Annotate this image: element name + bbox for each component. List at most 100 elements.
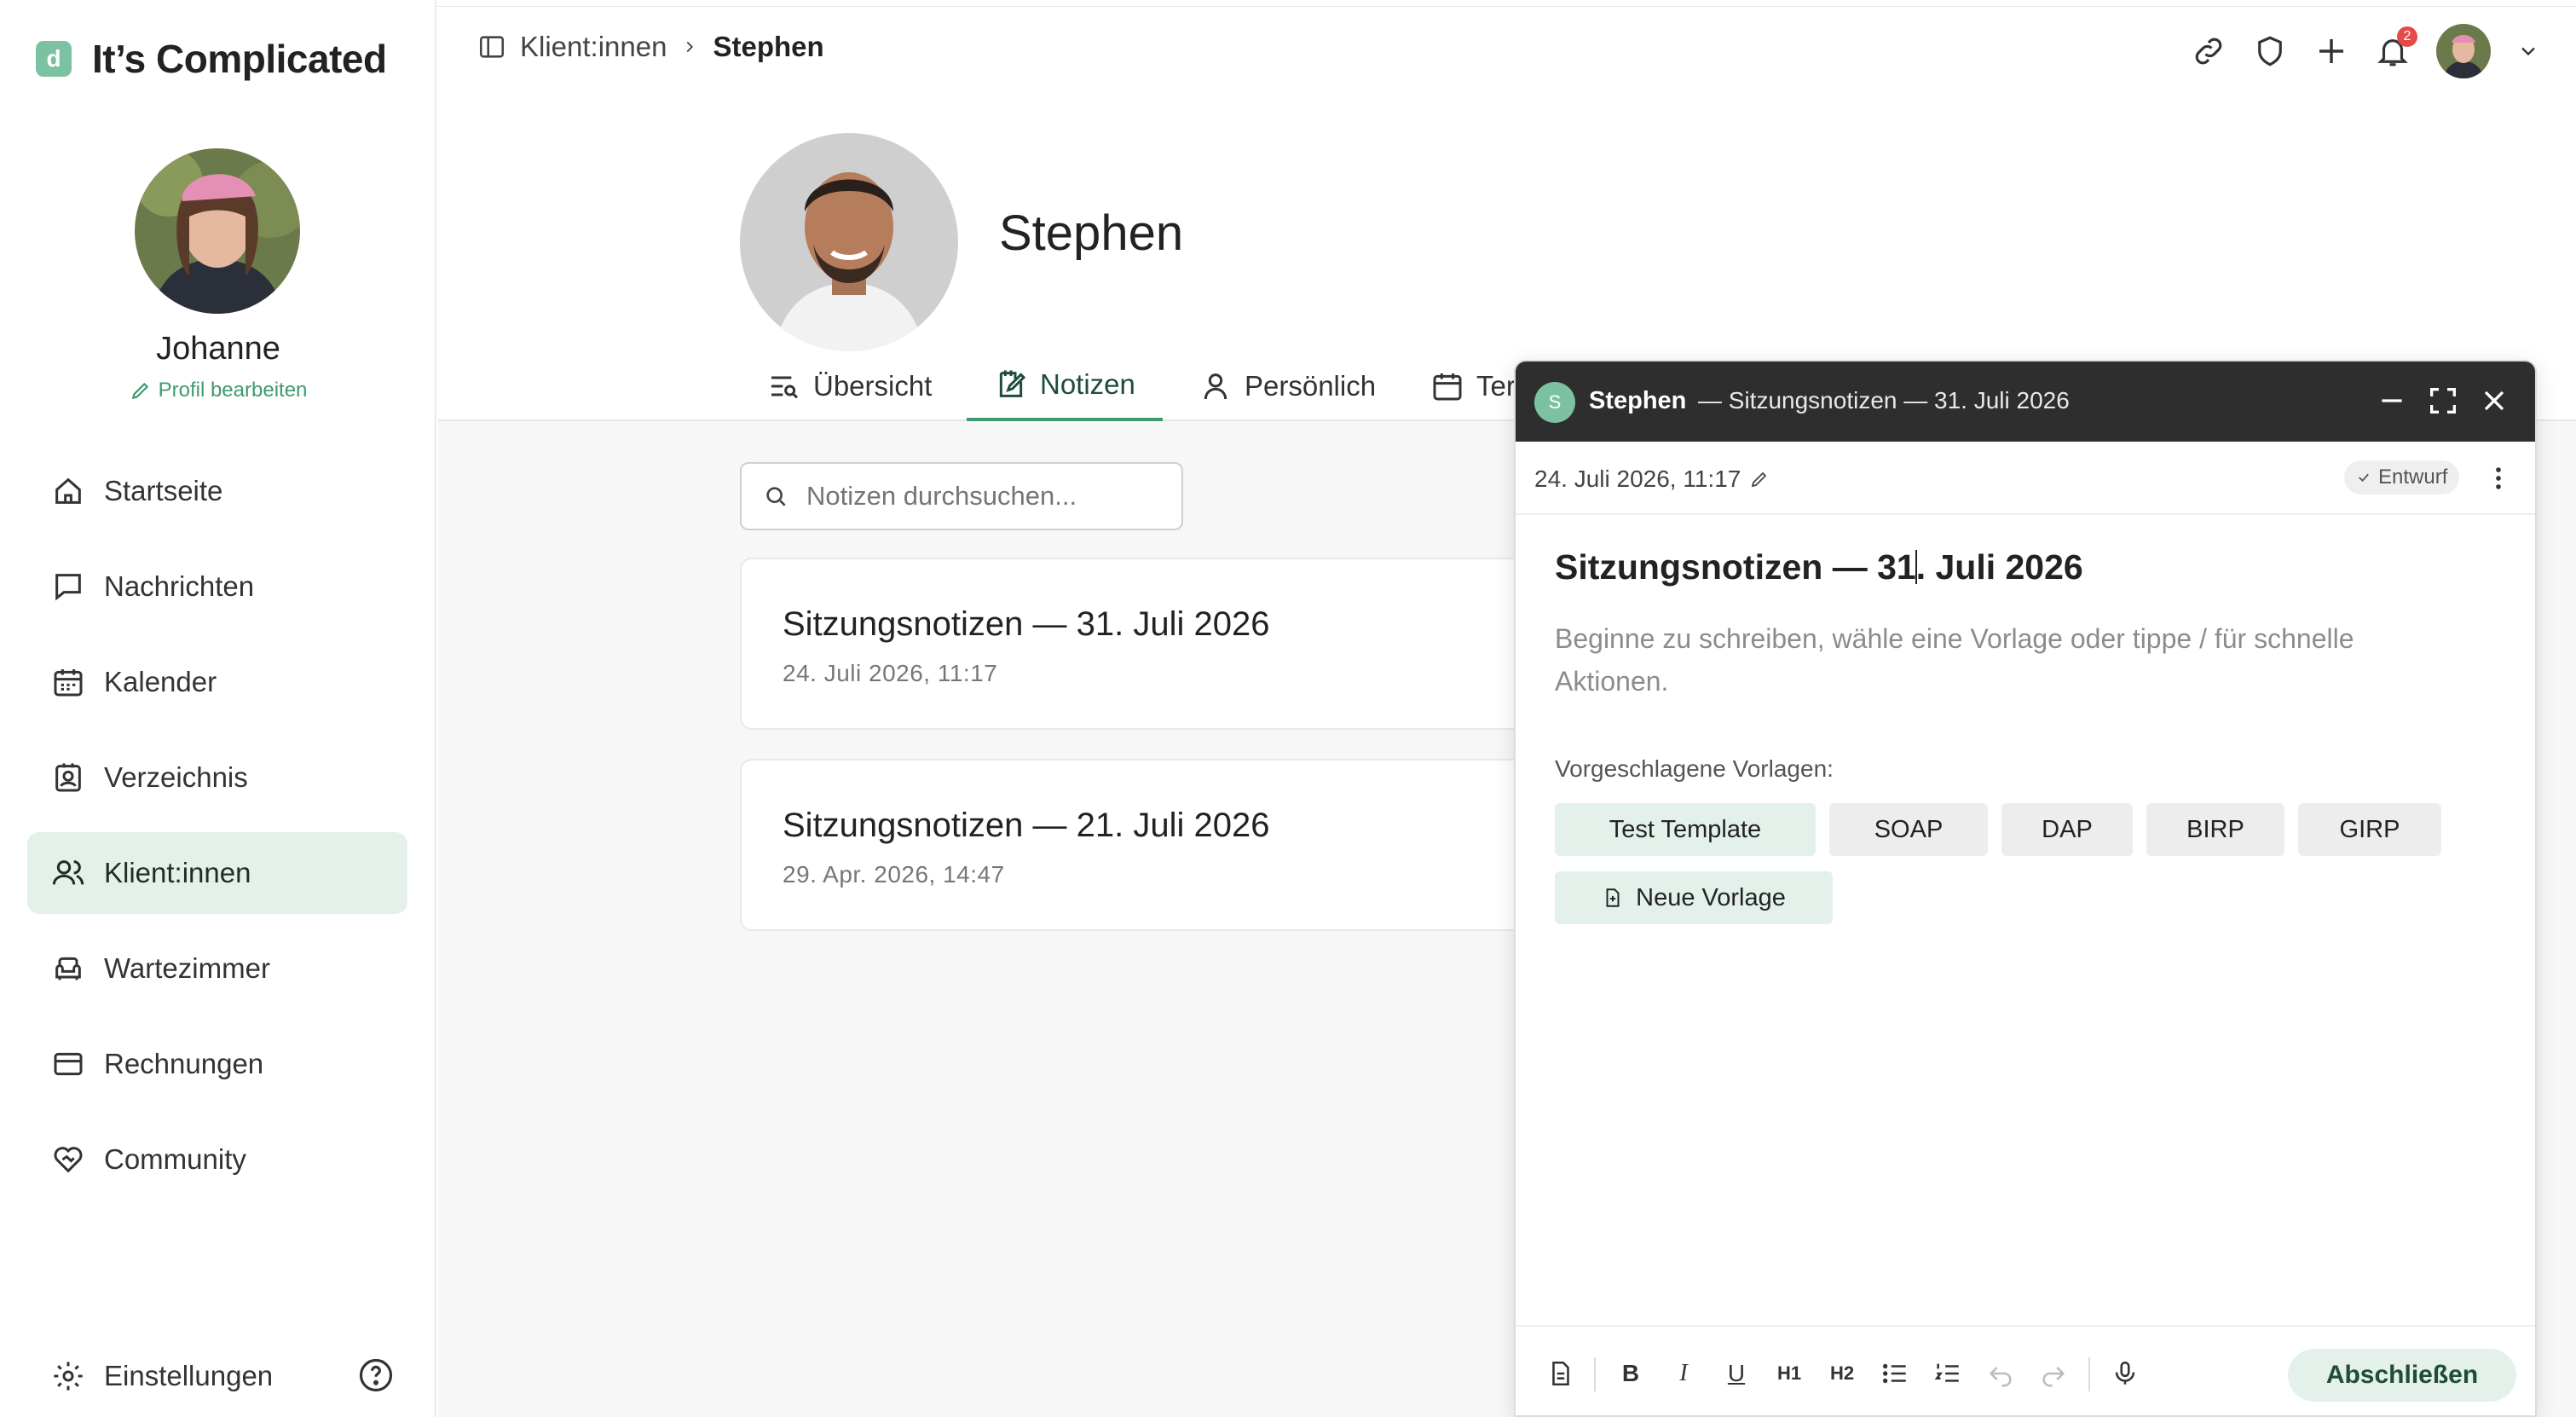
sidebar-item-community[interactable]: Community [27, 1119, 407, 1200]
undo-icon [1989, 1367, 2012, 1387]
notes-search[interactable] [740, 462, 1183, 530]
sidebar-item-startseite[interactable]: Startseite [27, 450, 407, 532]
undo-button[interactable] [1986, 1359, 2015, 1388]
calendar-icon [54, 669, 83, 697]
link-icon[interactable] [2191, 33, 2227, 69]
minimize-icon[interactable] [2375, 384, 2409, 418]
sidebar-item-label: Community [104, 1143, 246, 1175]
italic-button[interactable]: I [1669, 1359, 1698, 1388]
breadcrumb: Klient:innen Stephen [477, 31, 824, 63]
note-title-input[interactable]: Sitzungsnotizen — 31. Juli 2026 [1555, 547, 2083, 587]
calendar-icon [1433, 373, 1462, 401]
numbered-list-icon [1934, 1363, 1959, 1382]
template-button[interactable]: GIRP [2298, 803, 2441, 856]
brand-name: It’s Complicated [92, 37, 387, 81]
editor-body-placeholder[interactable]: Beginne zu schreiben, wähle eine Vorlage… [1555, 617, 2458, 703]
brand[interactable]: d It’s Complicated [36, 36, 387, 82]
sidebar-item-wartezimmer[interactable]: Wartezimmer [27, 928, 407, 1009]
waiting-room-icon [55, 957, 81, 980]
timestamp-text: 24. Juli 2026, 11:17 [1534, 466, 1741, 492]
tab-uebersicht[interactable]: Übersicht [767, 351, 932, 421]
plus-icon[interactable] [2313, 33, 2349, 69]
billing-icon [54, 1052, 83, 1076]
redo-button[interactable] [2039, 1359, 2068, 1388]
search-input[interactable] [806, 481, 1164, 512]
sidebar-item-einstellungen[interactable]: Einstellungen [27, 1335, 407, 1417]
settings-label: Einstellungen [104, 1360, 274, 1391]
more-vertical-icon[interactable] [2484, 464, 2513, 493]
dictation-button[interactable] [2111, 1359, 2140, 1388]
pencil-icon [131, 382, 148, 400]
chevron-down-icon[interactable] [2516, 39, 2540, 63]
bullet-list-icon [1882, 1363, 1906, 1384]
heading-2-button[interactable]: H2 [1828, 1359, 1857, 1388]
tab-label: Ter [1476, 370, 1516, 402]
person-icon [1204, 373, 1227, 400]
editor-header: S Stephen — Sitzungsnotizen — 31. Juli 2… [1516, 361, 2535, 442]
edit-profile-link[interactable]: Profil bearbeiten [0, 379, 436, 402]
sidebar-toggle-icon[interactable] [477, 32, 506, 61]
check-icon [2359, 473, 2369, 483]
finish-button[interactable]: Abschließen [2288, 1349, 2516, 1402]
breadcrumb-parent[interactable]: Klient:innen [520, 31, 667, 63]
sidebar-item-klientinnen[interactable]: Klient:innen [27, 832, 407, 914]
close-icon[interactable] [2477, 384, 2511, 418]
file-plus-icon [1606, 888, 1620, 907]
note-date: 24. Juli 2026, 11:17 [783, 660, 998, 686]
sidebar-item-kalender[interactable]: Kalender [27, 641, 407, 723]
help-icon[interactable] [358, 1357, 394, 1393]
sidebar-item-nachrichten[interactable]: Nachrichten [27, 546, 407, 628]
notes-icon [999, 370, 1026, 397]
note-timestamp[interactable]: 24. Juli 2026, 11:17 [1534, 466, 1770, 493]
underline-button[interactable]: U [1722, 1359, 1751, 1388]
template-button[interactable]: BIRP [2146, 803, 2284, 856]
clients-icon [52, 860, 84, 885]
sidebar-item-rechnungen[interactable]: Rechnungen [27, 1023, 407, 1105]
directory-icon [55, 763, 81, 792]
redo-icon [2042, 1367, 2065, 1387]
sidebar-item-verzeichnis[interactable]: Verzeichnis [27, 737, 407, 818]
numbered-list-button[interactable] [1933, 1359, 1962, 1388]
tab-label: Notizen [1040, 368, 1135, 400]
document-icon [1552, 1361, 1569, 1386]
document-button[interactable] [1546, 1359, 1575, 1388]
template-button[interactable]: DAP [2001, 803, 2133, 856]
gear-icon [54, 1362, 83, 1391]
status-badge: Entwurf [2344, 460, 2460, 495]
pencil-icon [1752, 471, 1767, 488]
sidebar-item-label: Verzeichnis [104, 761, 248, 793]
template-button[interactable]: SOAP [1829, 803, 1988, 856]
tab-termine[interactable]: Ter [1430, 351, 1516, 421]
template-button[interactable]: Test Template [1555, 803, 1816, 856]
bold-button[interactable]: B [1616, 1359, 1645, 1388]
title-text-after-caret: . Juli 2026 [1915, 547, 2083, 587]
sidebar: d It’s Complicated Johanne Profil bearbe… [0, 0, 436, 1417]
tab-notizen[interactable]: Notizen [967, 351, 1163, 421]
sidebar-item-label: Kalender [104, 666, 217, 697]
bullet-list-button[interactable] [1880, 1359, 1909, 1388]
client-name: Stephen [999, 205, 1184, 261]
heading-1-button[interactable]: H1 [1775, 1359, 1804, 1388]
search-icon [766, 487, 786, 506]
message-icon [55, 574, 81, 601]
tab-persoenlich[interactable]: Persönlich [1198, 351, 1376, 421]
toolbar-divider [2088, 1357, 2090, 1391]
avatar[interactable] [2436, 24, 2491, 78]
templates-label: Vorgeschlagene Vorlagen: [1555, 755, 1834, 782]
sidebar-item-label: Nachrichten [104, 570, 255, 602]
sidebar-item-label: Rechnungen [104, 1048, 264, 1079]
breadcrumb-current: Stephen [713, 31, 824, 62]
brand-logo-icon: d [36, 41, 72, 77]
editor-meta: 24. Juli 2026, 11:17 Entwurf [1516, 442, 2535, 515]
note-date: 29. Apr. 2026, 14:47 [783, 861, 1005, 888]
notifications-button[interactable]: 2 [2375, 26, 2417, 69]
shield-icon[interactable] [2252, 33, 2288, 69]
home-icon [55, 477, 81, 504]
tab-label: Übersicht [813, 370, 933, 402]
note-editor-panel: S Stephen — Sitzungsnotizen — 31. Juli 2… [1514, 360, 2537, 1417]
expand-icon[interactable] [2426, 384, 2460, 418]
editor-subtitle: — Sitzungsnotizen — 31. Juli 2026 [1698, 387, 2070, 414]
new-template-button[interactable]: Neue Vorlage [1555, 871, 1833, 924]
status-text: Entwurf [2378, 466, 2448, 489]
avatar[interactable] [135, 148, 300, 314]
